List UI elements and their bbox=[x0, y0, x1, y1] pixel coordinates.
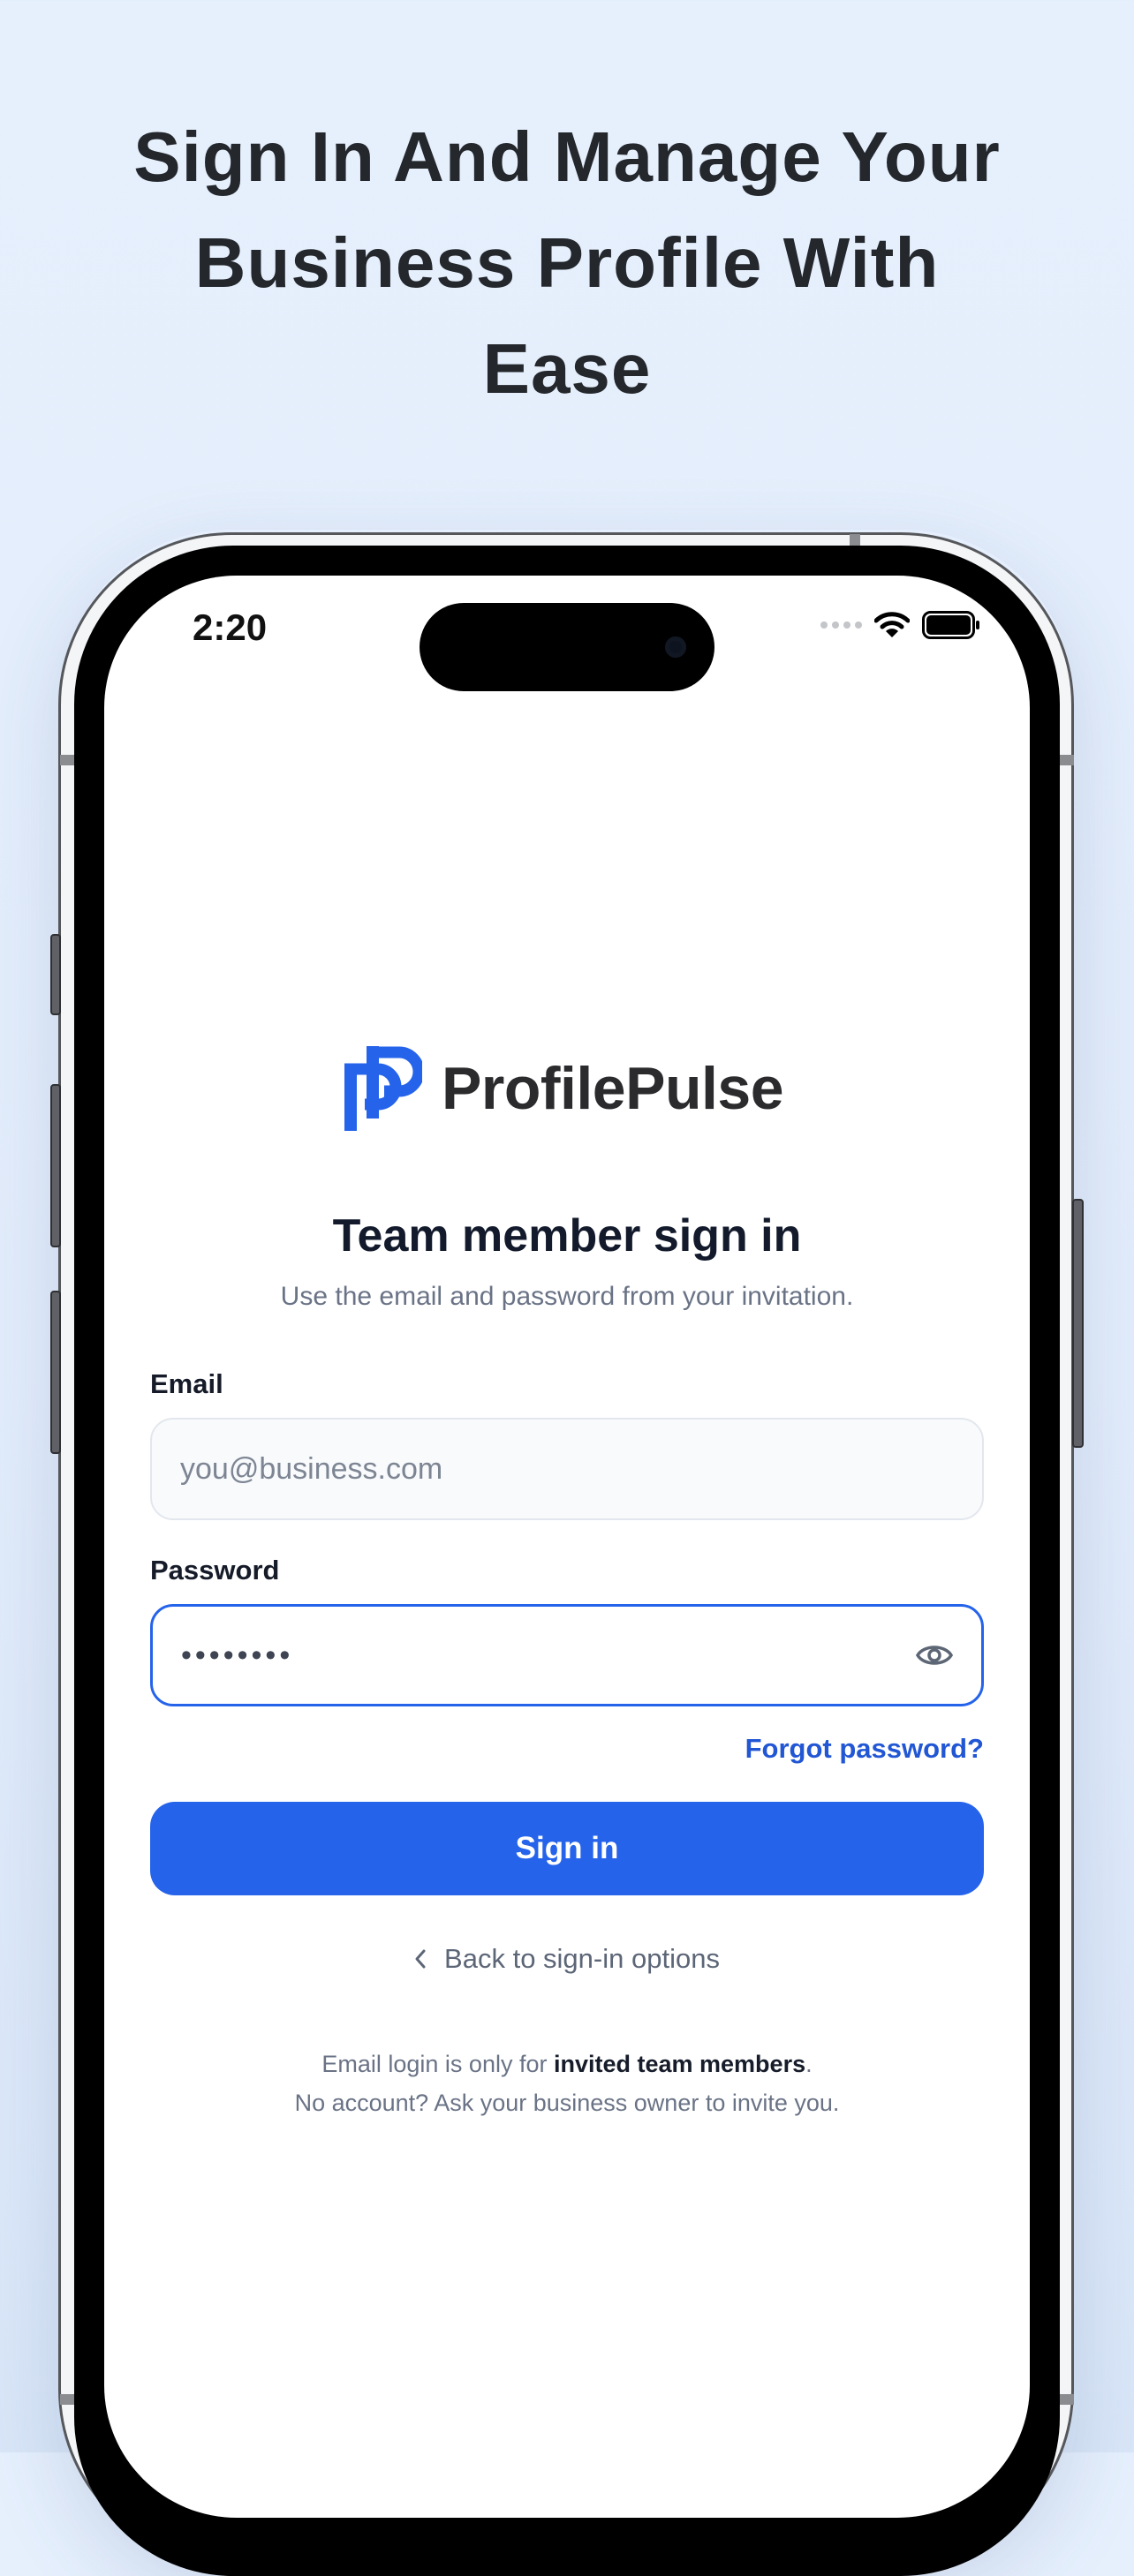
volume-down-button bbox=[50, 1291, 61, 1454]
eye-icon[interactable] bbox=[915, 1638, 954, 1673]
wifi-icon bbox=[874, 612, 910, 637]
footnote-emphasis: invited team members bbox=[553, 2051, 806, 2077]
forgot-password-link[interactable]: Forgot password? bbox=[745, 1733, 984, 1765]
email-field[interactable] bbox=[150, 1418, 984, 1520]
power-button bbox=[1072, 1199, 1084, 1448]
antenna-band bbox=[1060, 755, 1074, 765]
email-label: Email bbox=[150, 1368, 223, 1399]
page-subtitle: Use the email and password from your inv… bbox=[280, 1282, 854, 1311]
volume-up-button bbox=[50, 1084, 61, 1247]
status-time: 2:20 bbox=[193, 606, 268, 648]
status-icons bbox=[820, 607, 980, 643]
back-link-label: Back to sign-in options bbox=[444, 1943, 720, 1974]
headline-line-2: Business Profile With bbox=[194, 223, 940, 302]
cellular-signal-icon bbox=[820, 621, 862, 629]
password-field[interactable] bbox=[150, 1604, 984, 1706]
phone-screen: 2:20 ProfilePulse Team member sign in Us… bbox=[104, 576, 1030, 2518]
battery-icon bbox=[922, 611, 979, 639]
headline-line-3: Ease bbox=[482, 329, 652, 408]
page-title: Team member sign in bbox=[332, 1210, 802, 1262]
password-label: Password bbox=[150, 1555, 280, 1586]
sign-in-button[interactable]: Sign in bbox=[150, 1802, 984, 1895]
antenna-band bbox=[60, 2394, 74, 2405]
dynamic-island bbox=[420, 603, 714, 691]
chevron-left-icon bbox=[415, 1949, 426, 1969]
marketing-headline: Sign In And Manage Your Business Profile… bbox=[0, 104, 1134, 422]
footnote-prefix: Email login is only for bbox=[321, 2051, 554, 2077]
action-button bbox=[50, 934, 61, 1015]
camera-icon bbox=[665, 636, 686, 658]
headline-line-1: Sign In And Manage Your bbox=[133, 117, 1001, 196]
brand-name: ProfilePulse bbox=[442, 1055, 784, 1122]
brand-logo: ProfilePulse bbox=[344, 1046, 784, 1131]
antenna-band bbox=[60, 755, 74, 765]
footnote-suffix: . bbox=[805, 2051, 813, 2077]
antenna-band bbox=[1060, 2394, 1074, 2405]
footnote-line-1: Email login is only for invited team mem… bbox=[104, 2051, 1030, 2078]
back-to-options-link[interactable]: Back to sign-in options bbox=[104, 1943, 1030, 1975]
profilepulse-logo-icon bbox=[344, 1046, 422, 1131]
footnote-line-2: No account? Ask your business owner to i… bbox=[294, 2090, 840, 2116]
